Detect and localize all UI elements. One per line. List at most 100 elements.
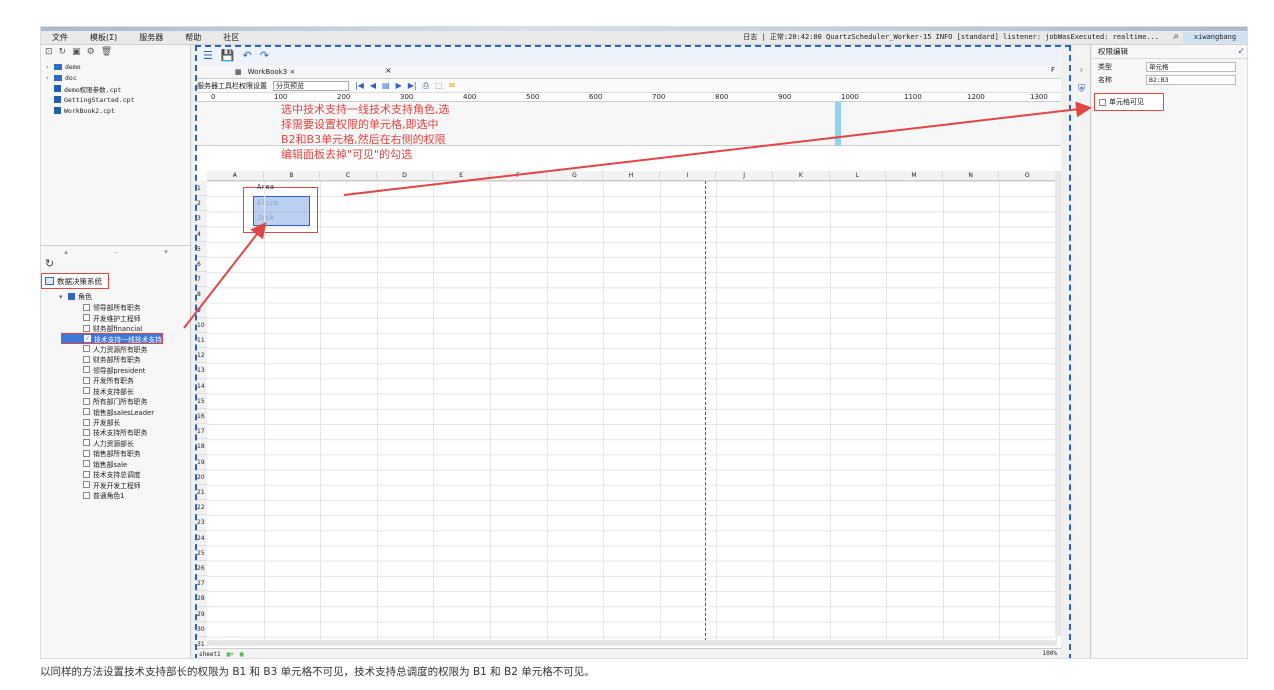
role-item[interactable]: 财务部financial (59, 323, 163, 333)
role-checkbox[interactable] (83, 324, 90, 332)
row-header[interactable]: 31 (195, 637, 207, 646)
row-header[interactable]: 27 (195, 576, 207, 592)
menu-template[interactable]: 模板(Σ) (79, 32, 128, 43)
first-page-icon[interactable]: |◀ (355, 81, 364, 90)
tab-workbook3[interactable]: WorkBook3 × (248, 68, 296, 76)
row-header[interactable]: 7 (195, 272, 207, 288)
role-item[interactable]: 人力资源所有职务 (59, 344, 163, 354)
row-header[interactable]: 24 (195, 530, 207, 546)
column-header[interactable]: O (999, 171, 1056, 181)
row-header[interactable]: 23 (195, 515, 207, 531)
cell-b2[interactable]: Alice (257, 199, 278, 207)
role-checkbox[interactable] (83, 303, 90, 311)
cell-visible-checkbox[interactable] (1099, 98, 1106, 106)
undo-icon[interactable]: ↶ (243, 49, 252, 62)
column-header[interactable]: J (716, 171, 773, 181)
cell-b1[interactable]: Area (257, 183, 274, 191)
vertical-scrollbar[interactable] (1055, 171, 1061, 636)
panel-splitter[interactable]: ▴ – ▾ (41, 245, 191, 257)
menu-help[interactable]: 帮助 (174, 32, 212, 43)
role-item[interactable]: 开发维护工程师 (59, 312, 163, 323)
column-header[interactable]: I (659, 171, 717, 181)
row-header[interactable]: 11 (195, 333, 207, 349)
row-header[interactable]: 9 (195, 302, 207, 318)
tree-file[interactable]: WorkBook2.cpt (45, 105, 186, 116)
horizontal-scrollbar[interactable] (207, 640, 1057, 646)
redo-icon[interactable]: ↷ (260, 49, 269, 62)
role-checkbox[interactable] (83, 449, 90, 457)
row-header[interactable]: 8 (195, 287, 207, 303)
column-header[interactable]: K (773, 171, 830, 181)
role-checkbox[interactable] (83, 408, 90, 416)
next-page-icon[interactable]: ▶ (396, 81, 402, 90)
add-sheet-icon[interactable]: ▦+ (227, 651, 234, 658)
row-header[interactable]: 12 (195, 348, 207, 364)
row-header[interactable]: 4 (195, 226, 207, 242)
add-chart-sheet-icon[interactable]: ▦ (240, 651, 244, 658)
role-item[interactable]: 人力资源部长 (59, 438, 163, 448)
role-item[interactable]: 技术支持总调度 (59, 469, 163, 479)
zoom-level[interactable]: 100% (1043, 650, 1057, 657)
column-header[interactable]: C (320, 171, 377, 181)
column-header[interactable]: G (546, 171, 604, 181)
save-icon[interactable]: 💾 (221, 49, 235, 62)
row-header[interactable]: 25 (195, 545, 207, 561)
menu-file[interactable]: 文件 (41, 32, 79, 43)
tree-folder-doc[interactable]: › doc (45, 72, 186, 83)
check-icon[interactable]: ✓ (1237, 45, 1245, 59)
row-header[interactable]: 22 (195, 500, 207, 516)
preview-mode-select[interactable]: 分页预览 (273, 80, 349, 91)
row-header[interactable]: 19 (195, 454, 207, 470)
last-page-icon[interactable]: ▶| (408, 81, 417, 90)
search-icon[interactable]: ⌕ (1173, 31, 1179, 42)
row-header[interactable]: 20 (195, 469, 207, 485)
column-header[interactable]: L (829, 171, 887, 181)
spreadsheet-grid[interactable]: Area Alice Jack ABCDEFGHIJKLMNO123456789… (195, 171, 1061, 646)
role-checkbox[interactable] (83, 491, 90, 499)
user-icon[interactable]: ♙ (1077, 103, 1086, 114)
tree-folder-demo[interactable]: › demo (45, 61, 186, 72)
column-header[interactable]: D (376, 171, 434, 181)
page-icon[interactable]: ▤ (382, 81, 390, 90)
formula-icon[interactable]: F (1051, 66, 1055, 74)
row-header[interactable]: 15 (195, 393, 207, 409)
role-item[interactable]: 开发开发工程师 (59, 479, 163, 490)
role-item[interactable]: 领导部president (59, 365, 163, 375)
row-header[interactable]: 30 (195, 621, 207, 637)
role-checkbox[interactable] (83, 460, 90, 468)
row-header[interactable]: 6 (195, 257, 207, 273)
shield-icon[interactable]: ⛨ (1078, 84, 1086, 95)
datasource-title[interactable]: 数据决策系统 (41, 273, 109, 289)
role-checkbox[interactable] (83, 428, 90, 436)
column-header[interactable]: H (603, 171, 660, 181)
column-header[interactable]: F (490, 171, 547, 181)
tree-file[interactable]: GettingStarted.cpt (45, 94, 186, 105)
role-item[interactable]: 领导部所有职务 (59, 302, 163, 312)
role-item[interactable]: 开发部长 (59, 417, 163, 427)
prev-page-icon[interactable]: ◀ (370, 81, 376, 90)
row-header[interactable]: 28 (195, 591, 207, 607)
row-header[interactable]: 17 (195, 424, 207, 440)
role-root[interactable]: ▾ 角色 (59, 291, 163, 302)
role-checkbox[interactable] (83, 355, 90, 363)
row-header[interactable]: 3 (195, 211, 207, 227)
chevron-right-icon[interactable]: › (1080, 65, 1084, 76)
cell-visible-option[interactable]: 单元格可见 (1094, 93, 1164, 111)
row-header[interactable]: 26 (195, 561, 207, 577)
role-checkbox[interactable] (83, 366, 90, 374)
role-item[interactable]: ✓ 技术支持一线技术支持 (61, 333, 163, 344)
delete-icon[interactable]: 🗑 (101, 47, 112, 57)
mail-icon[interactable]: ✉ (449, 81, 456, 90)
refresh-icon[interactable]: ↻ (59, 47, 67, 57)
row-header[interactable]: 1 (195, 181, 207, 197)
menu-server[interactable]: 服务器 (128, 32, 174, 43)
role-item[interactable]: 开发所有职务 (59, 375, 163, 385)
column-header[interactable]: A (207, 171, 264, 181)
tree-file[interactable]: demo权限参数.cpt (45, 83, 186, 94)
row-header[interactable]: 14 (195, 378, 207, 394)
role-checkbox[interactable] (83, 376, 90, 384)
row-header[interactable]: 5 (195, 241, 207, 257)
role-checkbox[interactable] (83, 314, 90, 322)
column-header[interactable]: E (433, 171, 490, 181)
column-header[interactable]: N (942, 171, 1000, 181)
